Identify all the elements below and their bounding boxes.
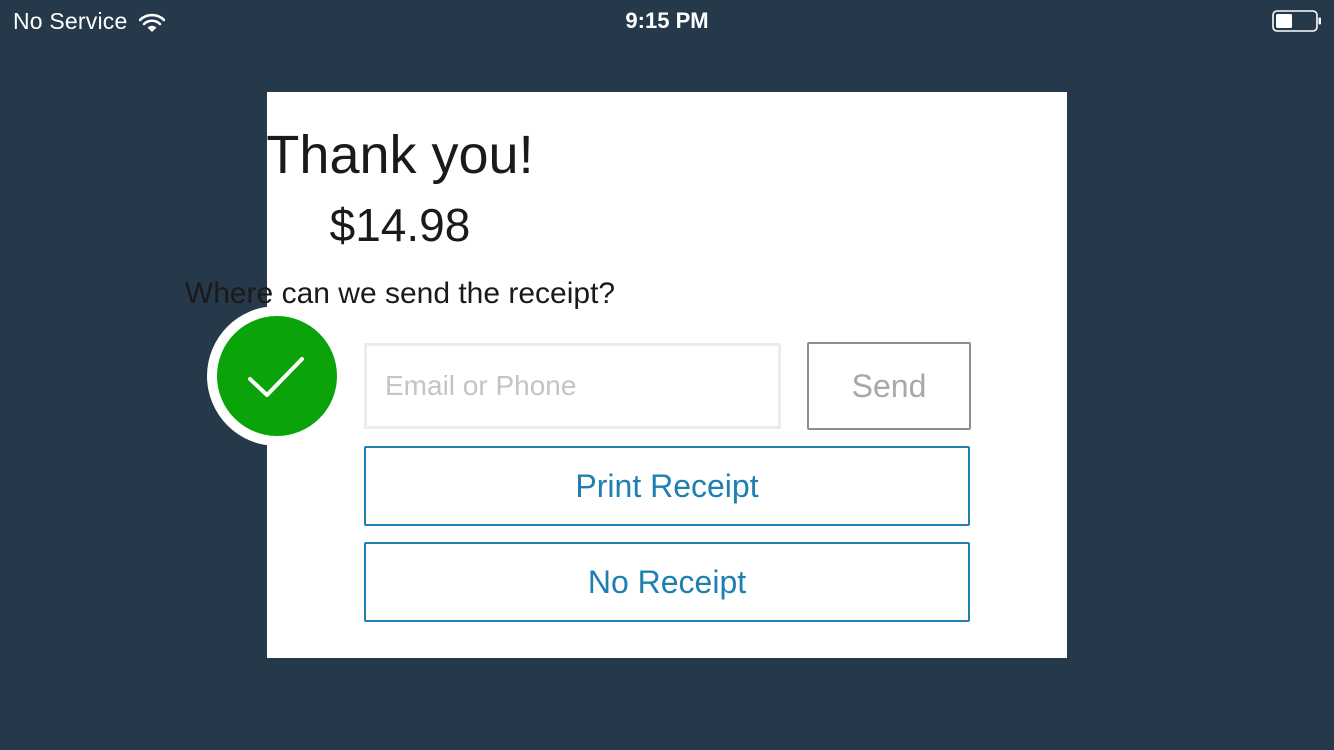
send-button[interactable]: Send xyxy=(807,342,971,430)
email-or-phone-input[interactable] xyxy=(364,343,781,429)
checkout-screen: No Service 9:15 PM Thank you! $14.98 Whe… xyxy=(0,0,1334,750)
battery-icon xyxy=(1272,10,1322,32)
success-badge xyxy=(207,306,347,446)
checkmark-icon xyxy=(217,316,337,436)
no-receipt-button[interactable]: No Receipt xyxy=(364,542,970,622)
thank-you-title: Thank you! xyxy=(266,125,534,185)
status-time: 9:15 PM xyxy=(625,8,709,33)
status-bar: No Service 9:15 PM xyxy=(0,0,1334,42)
receipt-prompt: Where can we send the receipt? xyxy=(184,277,616,310)
print-receipt-button[interactable]: Print Receipt xyxy=(364,446,970,526)
total-amount: $14.98 xyxy=(329,199,471,251)
